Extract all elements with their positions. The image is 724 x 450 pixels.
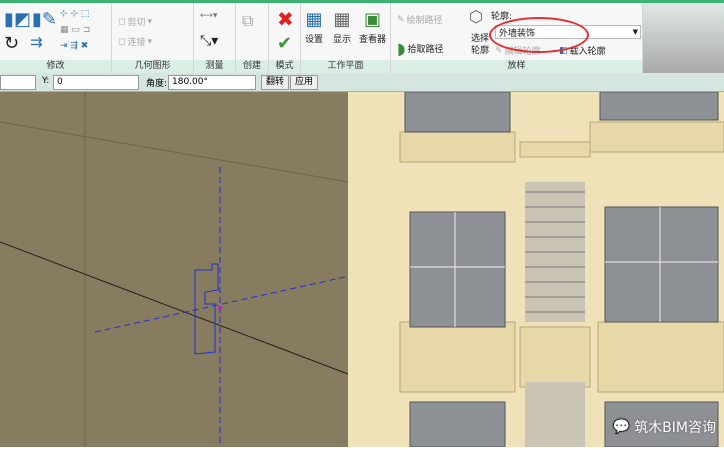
flip-button[interactable]: 翻转 bbox=[261, 75, 290, 90]
grid-icon: ▦ bbox=[305, 9, 323, 30]
y-label: Y: bbox=[42, 76, 50, 86]
pick-path-button[interactable]: ◗ 拾取路径 bbox=[397, 39, 443, 58]
panel-label: 模式 bbox=[269, 60, 300, 73]
angle-label: 角度: bbox=[146, 79, 168, 89]
panel-label: 几何图形 bbox=[112, 60, 193, 73]
cut-button[interactable]: ◻ 剪切 ▾ bbox=[118, 15, 152, 29]
panel-workplane: ▦ 设置 ▦ 显示 ▣ 查看器 工作平面 bbox=[301, 3, 391, 73]
panel-mode: ✖ ✔ 模式 bbox=[269, 3, 301, 73]
panel-label: 放样 bbox=[391, 60, 642, 73]
panel-label: 创建 bbox=[236, 60, 268, 73]
angle-field[interactable]: 180.00° bbox=[168, 75, 256, 90]
split-icon[interactable]: ⇥ ⇶ ✖ bbox=[60, 41, 88, 51]
viewer-icon: ▣ bbox=[364, 9, 382, 30]
panel-label: 工作平面 bbox=[301, 60, 390, 73]
sketch-path-button[interactable]: ✎ 绘制路径 bbox=[397, 13, 443, 27]
panel-create: ⧉ 创建 bbox=[236, 3, 269, 73]
viewer-button[interactable]: ▣ 查看器 bbox=[359, 9, 386, 45]
dimension-icon[interactable]: ⤡▾ bbox=[200, 33, 218, 49]
panel-modify: ▮◩ ▮✎ ↻ ⇉ ⊹ ⊹ ⬚ ▦ ▭ ⊐ ⇥ ⇶ ✖ 修改 bbox=[0, 3, 112, 73]
panel-label: 修改 bbox=[0, 60, 111, 73]
join-icon: ◻ bbox=[118, 36, 126, 47]
watermark: 💬 筑木BIM咨询 bbox=[612, 419, 716, 436]
ribbon: ▮◩ ▮✎ ↻ ⇉ ⊹ ⊹ ⬚ ▦ ▭ ⊐ ⇥ ⇶ ✖ 修改 ◻ 剪切 ▾ ◻ 连接… bbox=[0, 0, 724, 73]
finish-icon[interactable]: ✔ bbox=[277, 33, 292, 54]
rotate-icon[interactable]: ↻ bbox=[4, 33, 19, 54]
wechat-icon: 💬 bbox=[612, 419, 631, 435]
mirror-icon[interactable]: ⊹ ⊹ ⬚ bbox=[60, 9, 89, 19]
3d-viewport[interactable]: 💬 筑木BIM咨询 bbox=[0, 91, 724, 448]
component-icon[interactable]: ⧉ bbox=[242, 11, 253, 31]
join-button[interactable]: ◻ 连接 ▾ bbox=[118, 35, 152, 49]
cut-icon: ◻ bbox=[118, 16, 126, 27]
ribbon-empty-area bbox=[643, 3, 724, 73]
y-field[interactable]: 0 bbox=[53, 75, 139, 90]
panel-measure: ⟷▾ ⤡▾ 测量 bbox=[194, 3, 236, 73]
pencil-icon: ✎ bbox=[397, 14, 405, 25]
offset-icon[interactable]: ▮✎ bbox=[32, 9, 57, 30]
panel-geometry: ◻ 剪切 ▾ ◻ 连接 ▾ 几何图形 bbox=[112, 3, 194, 73]
array-icon[interactable]: ▦ ▭ ⊐ bbox=[60, 25, 90, 35]
apply-button[interactable]: 应用 bbox=[290, 75, 319, 90]
set-button[interactable]: ▦ 设置 bbox=[305, 9, 323, 45]
profile-icon: ⬡ bbox=[469, 7, 483, 26]
pick-path-icon: ◗ bbox=[397, 39, 406, 58]
options-bar: Y: 0 角度: 180.00° 翻转 应用 bbox=[0, 73, 724, 92]
model-canvas bbox=[0, 91, 724, 448]
select-profile-button[interactable]: 选择轮廓 bbox=[471, 33, 489, 57]
trim-icon[interactable]: ⇉ bbox=[30, 33, 43, 51]
align-icon[interactable]: ▮◩ bbox=[4, 9, 31, 30]
measure-icon[interactable]: ⟷▾ bbox=[200, 11, 217, 21]
show-button[interactable]: ▦ 显示 bbox=[333, 9, 351, 45]
panel-sweep: ✎ 绘制路径 ◗ 拾取路径 ⬡ 轮廓: 选择轮廓 外墙装饰 ▼ ✎ 编辑轮廓 ◧ 载入轮廓… bbox=[391, 3, 643, 73]
grid-bulb-icon: ▦ bbox=[333, 9, 351, 30]
cancel-icon[interactable]: ✖ bbox=[277, 7, 294, 31]
highlight-ellipse bbox=[489, 17, 589, 53]
x-field[interactable] bbox=[0, 75, 36, 90]
chevron-down-icon: ▼ bbox=[632, 28, 638, 36]
panel-label: 测量 bbox=[194, 60, 235, 73]
